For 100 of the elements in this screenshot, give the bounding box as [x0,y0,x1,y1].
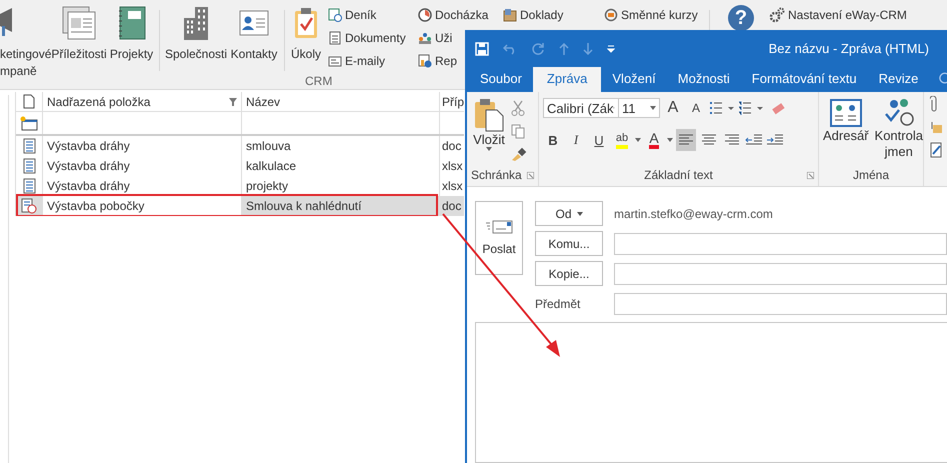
help-button[interactable]: ? [728,5,754,31]
column-header[interactable]: Nadřazená položka [47,94,150,108]
align-button[interactable] [676,129,696,151]
table-cell: projekty [246,179,288,193]
caret-icon[interactable] [667,138,673,142]
table-cell: xlsx [442,179,463,193]
ribbon-button[interactable]: Deník [345,8,376,22]
cc-field[interactable] [614,262,947,284]
paperclip-icon[interactable] [930,96,938,112]
table-cell: kalkulace [246,159,296,173]
caret-icon [576,212,582,216]
table-cell: doc [442,139,462,153]
ribbon-button[interactable]: Docházka [435,8,488,22]
ribbon-button[interactable]: Společnosti [164,46,228,63]
document-icon [22,138,36,154]
grid-row[interactable]: Výstavba dráhy kalkulace xlsx [16,156,464,176]
document-icon [23,94,35,109]
to-button[interactable]: Komu... [535,231,603,256]
ribbon-button[interactable]: E-maily [345,54,386,68]
column-header[interactable]: Příp [442,94,464,108]
brush-icon[interactable] [511,147,527,161]
table-cell: doc [442,199,462,213]
ribbon-tab[interactable]: Formátování textu [740,67,868,92]
bold-button[interactable]: B [543,129,563,151]
subject-field[interactable] [614,292,947,314]
from-address: martin.stefko@eway-crm.com [614,206,773,220]
font-name-dropdown[interactable]: Calibri (Zák [543,98,619,118]
column-header[interactable]: Název [246,94,280,108]
grid-row[interactable]: Výstavba pobočky Smlouva k nahlédnutí doc [16,196,464,216]
ribbon-tab[interactable]: Revize [868,67,930,92]
attach-item-icon[interactable] [930,120,942,134]
address-book-button[interactable]: Adresář [823,128,869,144]
ribbon-button[interactable]: Rep [435,54,458,68]
scissors-icon[interactable] [511,100,525,116]
table-cell: Smlouva k nahlédnutí [246,199,362,213]
documents-icon [62,6,96,40]
ribbon-button[interactable]: Uži [435,30,452,44]
notebook-icon [118,6,146,40]
ribbon-button[interactable]: Směnné kurzy [621,8,698,22]
outdent-icon[interactable] [745,134,763,146]
ribbon-tab[interactable]: Vložení [601,67,667,92]
to-field[interactable] [614,232,947,254]
new-item-icon[interactable] [20,116,38,130]
document-icon [22,158,36,174]
document-icon [328,30,342,44]
shrink-font-button[interactable]: A [686,97,706,119]
grid-row[interactable]: Výstavba dráhy smlouva doc [16,136,464,156]
ribbon-tab[interactable]: Soubor [469,67,533,92]
align-left-icon [678,134,694,146]
window-title: Bez názvu - Zpráva (HTML) [768,41,929,56]
from-button[interactable]: Od [535,201,603,226]
paste-icon[interactable] [474,98,504,132]
contact-card-icon [239,10,269,36]
table-cell: Výstavba dráhy [47,159,130,173]
customize-icon[interactable] [607,44,615,52]
ribbon-button[interactable]: Úkoly [290,46,321,63]
table-cell: Výstavba pobočky [47,199,144,213]
caret-icon[interactable] [486,147,492,151]
save-icon[interactable] [475,42,489,56]
ribbon-button[interactable]: Nastavení eWay-CRM [788,8,907,22]
ribbon-button[interactable]: Projekty [110,46,154,63]
ribbon-tab[interactable]: Zpráva [532,67,602,92]
font-size-dropdown[interactable]: 11 [618,98,660,118]
box-icon [503,8,517,22]
numbering-icon[interactable] [738,101,764,115]
align-right-icon [724,134,740,146]
caret-icon[interactable] [635,138,641,142]
dialog-launcher-icon[interactable] [807,172,814,179]
filter-icon[interactable] [229,98,237,106]
table-cell: smlouva [246,139,291,153]
address-book-icon [830,98,862,128]
check-names-icon [882,98,915,128]
group-label: Jména [852,168,890,182]
font-color-button[interactable]: A [644,129,664,151]
cc-button[interactable]: Kopie... [535,261,603,286]
paste-button[interactable]: Vložit [473,132,505,147]
ribbon-button[interactable]: Kontakty [230,46,278,63]
clock-icon [418,8,432,22]
copy-icon[interactable] [511,124,525,139]
ribbon-button[interactable]: Doklady [520,8,564,22]
indent-icon[interactable] [766,134,784,146]
caret-icon [650,106,656,110]
italic-button[interactable]: I [566,129,586,151]
check-names-button[interactable]: Kontrola jmen [874,128,923,160]
ribbon-button[interactable]: ketingové mpaně [0,46,52,80]
signature-icon[interactable] [930,142,942,158]
send-button[interactable]: Poslat [475,201,523,275]
message-body-field[interactable] [475,322,947,463]
clipboard-check-icon [294,7,318,39]
group-label: Schránka [471,168,522,182]
ribbon-button[interactable]: Příležitosti [51,46,107,63]
ribbon-button[interactable]: Dokumenty [345,30,406,44]
grow-font-button[interactable]: A [663,97,683,119]
bullets-icon[interactable] [709,101,735,115]
document-icon [22,178,36,194]
dialog-launcher-icon[interactable] [527,172,534,178]
users-icon [418,30,432,44]
highlight-button[interactable]: ab [612,129,632,151]
ribbon-tab[interactable]: Možnosti [666,67,741,92]
underline-button[interactable]: U [589,129,609,151]
